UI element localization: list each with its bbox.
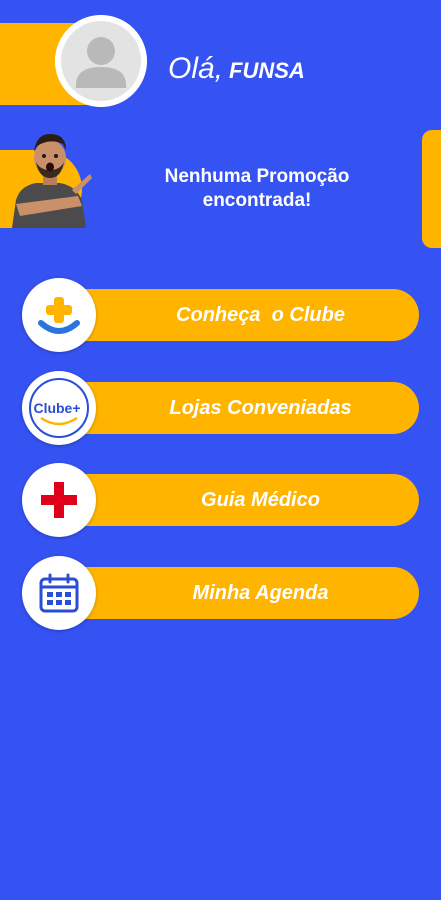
greeting-text: Olá,: [168, 52, 224, 85]
clube-plus-smile-icon: [22, 278, 96, 352]
promo-next-tab[interactable]: [422, 130, 441, 248]
promo-message: Nenhuma Promoção encontrada!: [164, 166, 350, 211]
clube-plus-logo-icon: Clube+: [22, 371, 96, 445]
menu-pill: Minha Agenda: [58, 567, 419, 619]
menu-pill: Guia Médico: [58, 474, 419, 526]
menu-item-guia-medico[interactable]: Guia Médico: [22, 463, 419, 537]
surprised-man-image: [6, 120, 92, 228]
user-avatar-icon: [55, 15, 147, 107]
menu-label: Guia Médico: [201, 489, 320, 511]
menu-pill: Conheça o Clube: [58, 289, 419, 341]
menu-item-conheca-o-clube[interactable]: Conheça o Clube: [22, 278, 419, 352]
username: FUNSA: [229, 58, 305, 83]
menu-item-lojas-conveniadas[interactable]: Lojas Conveniadas Clube+: [22, 371, 419, 445]
calendar-icon: [22, 556, 96, 630]
menu-pill: Lojas Conveniadas: [58, 382, 419, 434]
menu-label: Minha Agenda: [192, 582, 329, 604]
menu-label: Lojas Conveniadas: [169, 397, 352, 419]
avatar[interactable]: [55, 15, 147, 107]
menu-item-minha-agenda[interactable]: Minha Agenda: [22, 556, 419, 630]
clube-logo-text: Clube+: [33, 400, 80, 416]
red-cross-icon: [22, 463, 96, 537]
greeting: Olá, FUNSA: [168, 52, 305, 86]
menu-label: Conheça o Clube: [176, 304, 345, 326]
